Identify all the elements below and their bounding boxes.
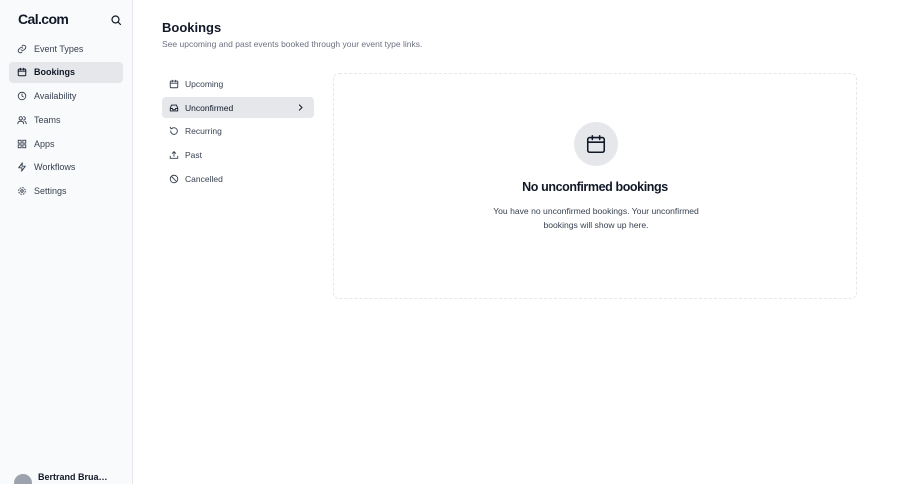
avatar[interactable] xyxy=(14,474,32,484)
tab-label: Past xyxy=(185,150,203,161)
user-menu[interactable]: Bertrand Bruan... xyxy=(14,472,108,484)
user-name: Bertrand Bruan... xyxy=(38,472,108,482)
link-icon xyxy=(17,44,27,54)
calendar-icon xyxy=(574,122,618,166)
sidebar-item-availability[interactable]: Availability xyxy=(9,86,123,107)
sidebar-nav: Event Types Bookings Availability Teams … xyxy=(9,38,123,205)
bookings-tabs: Upcoming Unconfirmed Recurring Past Canc… xyxy=(162,73,314,192)
calendar-icon xyxy=(169,79,179,89)
tab-unconfirmed[interactable]: Unconfirmed xyxy=(162,96,314,119)
sidebar-item-settings[interactable]: Settings xyxy=(9,181,123,202)
gear-icon xyxy=(17,186,27,196)
tab-upcoming[interactable]: Upcoming xyxy=(162,73,314,95)
calendar-icon xyxy=(17,67,27,77)
page-subtitle: See upcoming and past events booked thro… xyxy=(162,39,423,49)
zap-icon xyxy=(17,162,27,173)
upload-icon xyxy=(169,150,179,160)
empty-state-description: You have no unconfirmed bookings. Your u… xyxy=(493,206,699,230)
empty-state: No unconfirmed bookings You have no unco… xyxy=(333,73,857,299)
sidebar-item-workflows[interactable]: Workflows xyxy=(9,157,123,178)
tab-label: Upcoming xyxy=(185,78,224,89)
tab-cancelled[interactable]: Cancelled xyxy=(162,168,314,190)
sidebar-item-label: Event Types xyxy=(34,43,84,54)
sidebar-item-label: Bookings xyxy=(34,67,76,78)
sidebar-item-label: Workflows xyxy=(34,162,76,173)
sidebar-item-event-types[interactable]: Event Types xyxy=(9,38,123,59)
sidebar-item-bookings[interactable]: Bookings xyxy=(9,61,123,83)
tab-label: Cancelled xyxy=(185,173,223,184)
logo[interactable]: Cal.com xyxy=(18,11,69,27)
search-icon[interactable] xyxy=(110,13,122,26)
tab-recurring[interactable]: Recurring xyxy=(162,121,314,143)
sidebar-item-apps[interactable]: Apps xyxy=(9,133,123,154)
grid-icon xyxy=(17,139,27,149)
inbox-icon xyxy=(169,103,179,113)
sidebar-item-label: Settings xyxy=(34,186,67,197)
sidebar-item-label: Apps xyxy=(34,138,55,149)
ban-icon xyxy=(169,174,179,184)
clock-icon xyxy=(17,91,27,101)
sidebar-item-label: Availability xyxy=(34,91,77,102)
tab-label: Recurring xyxy=(185,126,222,137)
page-title: Bookings xyxy=(162,20,222,35)
users-icon xyxy=(17,115,27,125)
chevron-right-icon xyxy=(296,103,305,112)
sidebar-item-teams[interactable]: Teams xyxy=(9,109,123,130)
tab-past[interactable]: Past xyxy=(162,144,314,166)
tab-label: Unconfirmed xyxy=(185,102,234,113)
sidebar-item-label: Teams xyxy=(34,114,61,125)
sidebar: Cal.com Event Types Bookings Availabilit… xyxy=(0,0,133,484)
rotate-icon xyxy=(169,126,179,136)
empty-state-title: No unconfirmed bookings xyxy=(522,180,668,194)
